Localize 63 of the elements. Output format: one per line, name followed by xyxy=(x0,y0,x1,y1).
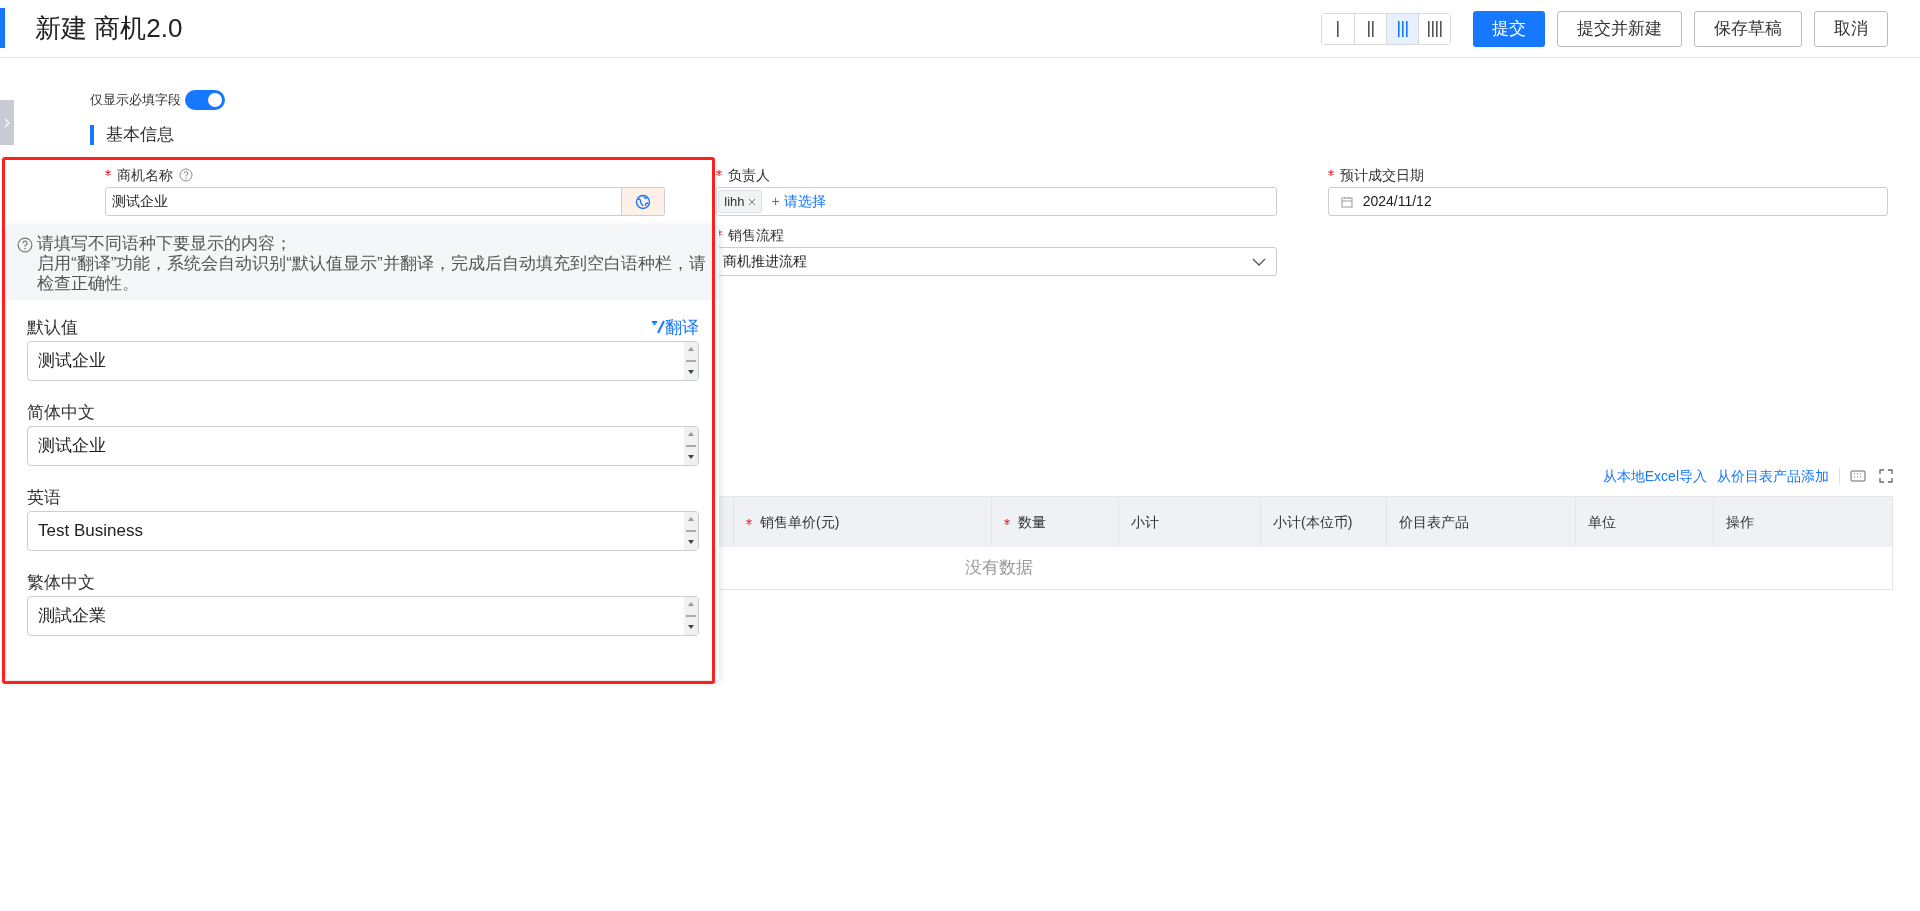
textarea-field[interactable]: 测试企业 xyxy=(27,341,699,381)
action-button[interactable]: 保存草稿 xyxy=(1694,10,1802,47)
language-button[interactable] xyxy=(621,188,665,215)
text-field[interactable]: 测试企业 xyxy=(105,187,666,216)
columns-icon xyxy=(1336,20,1340,37)
help-icon xyxy=(17,237,33,253)
scroll-arrows-icon xyxy=(684,427,698,465)
language-label: 英语 xyxy=(27,486,61,509)
scroll-arrows-icon xyxy=(684,342,698,380)
language-label: 默认值 xyxy=(27,316,78,339)
column-header: 数量 xyxy=(1018,512,1046,532)
chevron-right-icon xyxy=(4,117,10,128)
keyboard-icon[interactable] xyxy=(1850,469,1866,483)
action-button[interactable]: 提交并新建 xyxy=(1557,10,1682,47)
submit-button[interactable]: 提交 xyxy=(1473,10,1545,47)
person-name: lihh xyxy=(724,192,745,211)
textarea-field[interactable]: 测试企业 xyxy=(27,426,699,466)
column-header: 单位 xyxy=(1588,512,1616,532)
table-action-link[interactable]: 从价目表产品添加 xyxy=(1717,465,1829,487)
textarea-field[interactable]: Test Business xyxy=(27,511,699,551)
page-title: 新建 商机2.0 xyxy=(35,12,183,45)
notice-text: 启用“翻译”功能，系统会自动识别“默认值显示”并翻译，完成后自动填充到空白语种栏，请检查正确性。 xyxy=(37,254,707,294)
fullscreen-icon[interactable] xyxy=(1879,469,1893,483)
field-label: 商机名称 xyxy=(117,165,173,185)
columns-icon xyxy=(1426,20,1443,37)
language-label: 繁体中文 xyxy=(27,571,95,594)
add-person-link[interactable]: + 请选择 xyxy=(771,191,826,212)
magic-wand-icon xyxy=(651,320,665,335)
field-label: 负责人 xyxy=(728,165,771,185)
people-field[interactable]: lihh + 请选择 xyxy=(716,187,1277,216)
column-layout-button[interactable] xyxy=(1386,13,1418,44)
action-button[interactable]: 取消 xyxy=(1814,10,1888,47)
toggle-label: 仅显示必填字段 xyxy=(90,91,181,110)
column-header: 操作 xyxy=(1726,512,1754,532)
columns-icon xyxy=(1396,20,1409,37)
section-marker xyxy=(90,125,94,145)
column-header: 价目表产品 xyxy=(1399,512,1469,532)
textarea-field[interactable]: 測試企業 xyxy=(27,596,699,636)
section-title: 基本信息 xyxy=(106,124,174,147)
field-label: 预计成交日期 xyxy=(1339,165,1424,185)
columns-icon xyxy=(1366,20,1375,37)
column-header: 销售单价(元) xyxy=(760,512,840,532)
column-header: 小计(本位币) xyxy=(1273,512,1353,532)
date-field[interactable]: 2024/11/12 xyxy=(1327,187,1888,216)
scroll-arrows-icon xyxy=(684,512,698,550)
column-layout-button[interactable] xyxy=(1418,13,1450,44)
language-label: 简体中文 xyxy=(27,401,95,424)
side-panel-handle[interactable] xyxy=(0,100,14,145)
empty-message: 没有数据 xyxy=(965,557,1033,580)
calendar-icon xyxy=(1340,195,1353,208)
globe-icon xyxy=(635,193,652,210)
toggle-switch[interactable] xyxy=(185,90,225,110)
select-field[interactable]: 商机推进流程 xyxy=(716,247,1277,276)
scroll-arrows-icon xyxy=(684,597,698,635)
help-icon[interactable] xyxy=(179,168,193,182)
chevron-down-icon xyxy=(1251,257,1266,266)
accent-bar xyxy=(0,8,5,48)
column-header: 小计 xyxy=(1131,512,1159,532)
close-icon[interactable] xyxy=(747,197,756,206)
field-label: 销售流程 xyxy=(728,225,785,245)
translate-link[interactable]: 翻译 xyxy=(651,314,699,340)
notice-text: 请填写不同语种下要显示的内容； xyxy=(37,234,293,254)
table-action-link[interactable]: 从本地Excel导入 xyxy=(1602,465,1707,487)
